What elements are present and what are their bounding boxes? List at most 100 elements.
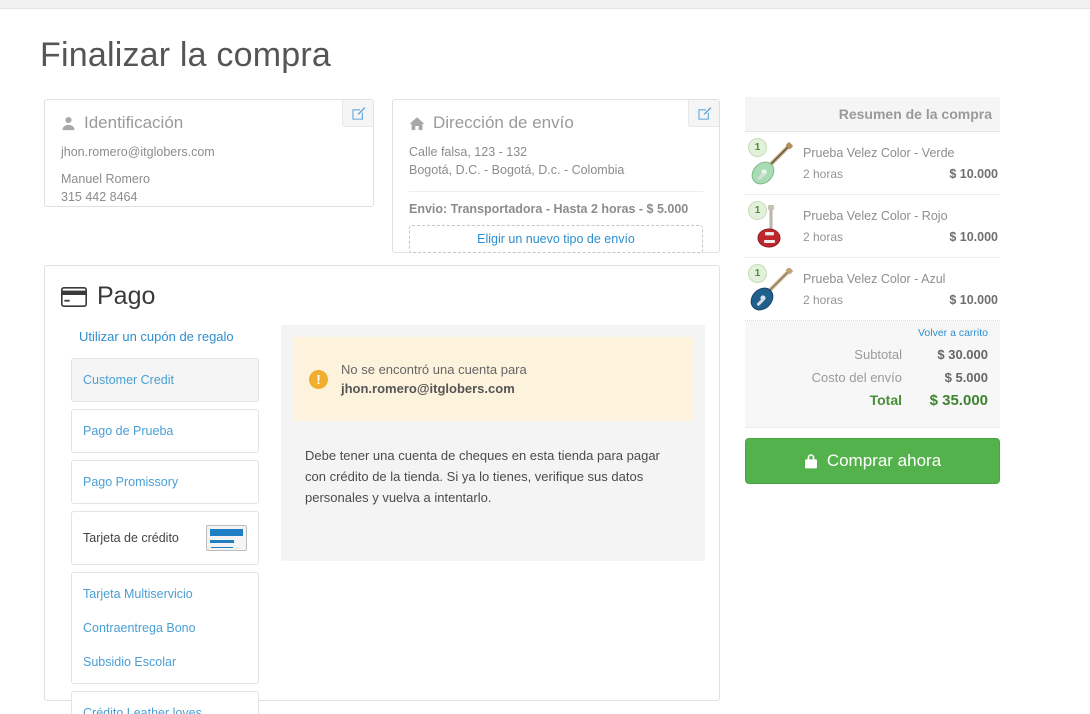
shipping-cost-row: Costo del envío $ 5.000	[757, 369, 988, 386]
payment-method-label: Pago Promissory	[83, 475, 179, 489]
identification-email: jhon.romero@itglobers.com	[61, 145, 215, 159]
shipping-method-text: Envio: Transportadora - Hasta 2 horas - …	[409, 202, 689, 216]
buy-now-button[interactable]: Comprar ahora	[745, 438, 1000, 484]
product-thumbnail: 1	[745, 138, 799, 186]
summary-item: 1 Prueba Velez Color - Rojo 2 horas $ 10…	[745, 195, 1000, 258]
gift-coupon-link[interactable]: Utilizar un cupón de regalo	[71, 325, 259, 358]
summary-item-info: Prueba Velez Color - Rojo 2 horas $ 10.0…	[799, 208, 998, 244]
edit-pencil-icon	[351, 106, 365, 120]
subtotal-label: Subtotal	[854, 347, 902, 362]
user-icon	[62, 116, 75, 130]
home-icon	[409, 116, 425, 130]
identification-edit-button[interactable]	[342, 100, 373, 127]
summary-item-sub: 2 horas $ 10.000	[803, 230, 998, 244]
product-thumbnail: 1	[745, 201, 799, 249]
identification-name: Manuel Romero	[61, 172, 150, 186]
page-title: Finalizar la compra	[40, 36, 332, 74]
payment-method-label: Customer Credit	[83, 373, 174, 387]
shipping-cost-label: Costo del envío	[811, 370, 902, 385]
summary-item-duration: 2 horas	[803, 167, 844, 181]
payment-instruction-note: Debe tener una cuenta de cheques en esta…	[305, 448, 660, 505]
payment-heading-row: Pago	[45, 266, 719, 311]
edit-pencil-icon	[697, 106, 711, 120]
summary-item-name: Prueba Velez Color - Rojo	[803, 209, 948, 223]
shipping-address-line1: Calle falsa, 123 - 132	[409, 145, 528, 159]
top-bar	[0, 0, 1090, 9]
payment-method-list: Utilizar un cupón de regalo Customer Cre…	[59, 325, 259, 714]
payment-group-pago-prueba: Pago de Prueba	[71, 409, 259, 453]
shipping-divider	[409, 191, 703, 192]
payment-method-subsidio-escolar[interactable]: Subsidio Escolar	[72, 645, 258, 683]
identification-heading-row: Identificación	[61, 113, 357, 133]
shipping-cost-value: $ 5.000	[944, 370, 988, 385]
identification-card: Identificación jhon.romero@itglobers.com…	[44, 99, 374, 207]
quantity-badge: 1	[748, 138, 767, 157]
credit-card-icon	[206, 525, 247, 551]
shipping-edit-button[interactable]	[688, 100, 719, 127]
summary-totals: Volver a carrito Subtotal $ 30.000 Costo…	[745, 321, 1000, 428]
order-summary: Resumen de la compra 1 Prueba Velez Colo…	[745, 97, 1000, 484]
payment-method-label: Tarjeta de crédito	[83, 531, 179, 545]
payment-group-tarjeta-credito: Tarjeta de crédito	[71, 511, 259, 565]
change-shipping-method-button[interactable]: Eligir un nuevo tipo de envío	[409, 225, 703, 253]
summary-heading: Resumen de la compra	[745, 97, 1000, 132]
shipping-address-card: Dirección de envío Calle falsa, 123 - 13…	[392, 99, 720, 253]
credit-card-icon	[61, 286, 87, 307]
payment-method-credito-leather-loves[interactable]: Crédito Leather loves	[72, 692, 258, 714]
summary-item-duration: 2 horas	[803, 293, 844, 307]
alert-line-1: No se encontró una cuenta para	[341, 362, 527, 377]
summary-item-price: $ 10.000	[949, 230, 998, 244]
summary-item-sub: 2 horas $ 10.000	[803, 167, 998, 181]
no-account-alert: ! No se encontró una cuenta para jhon.ro…	[293, 337, 693, 421]
payment-method-contraentrega-bono[interactable]: Contraentrega Bono	[72, 611, 258, 645]
subtotal-row: Subtotal $ 30.000	[757, 346, 988, 363]
payment-columns: Utilizar un cupón de regalo Customer Cre…	[45, 311, 719, 714]
shipping-heading: Dirección de envío	[433, 113, 574, 132]
payment-group-pago-promissory: Pago Promissory	[71, 460, 259, 504]
summary-item-name: Prueba Velez Color - Verde	[803, 146, 955, 160]
lock-icon	[804, 454, 817, 469]
payment-method-tarjeta-multiservicio[interactable]: Tarjeta Multiservicio	[72, 573, 258, 611]
summary-item-price: $ 10.000	[949, 293, 998, 307]
product-thumbnail: 1	[745, 264, 799, 312]
shipping-address-line2: Bogotá, D.C. - Bogotá, D.c. - Colombia	[409, 163, 625, 177]
quantity-badge: 1	[748, 201, 767, 220]
payment-group-credito-leather: Crédito Leather loves	[71, 691, 259, 714]
warning-exclamation-icon: !	[309, 369, 328, 389]
no-account-alert-text: No se encontró una cuenta para jhon.rome…	[341, 360, 527, 398]
summary-item-name: Prueba Velez Color - Azul	[803, 272, 946, 286]
total-label: Total	[869, 392, 902, 408]
total-value: $ 35.000	[929, 392, 988, 409]
identification-phone: 315 442 8464	[61, 190, 138, 204]
payment-method-label: Crédito Leather loves	[83, 706, 202, 714]
payment-method-customer-credit[interactable]: Customer Credit	[72, 359, 258, 401]
quantity-badge: 1	[748, 264, 767, 283]
payment-detail-inner: ! No se encontró una cuenta para jhon.ro…	[281, 325, 705, 561]
back-to-cart-link[interactable]: Volver a carrito	[757, 327, 988, 339]
payment-method-pago-de-prueba[interactable]: Pago de Prueba	[72, 410, 258, 452]
summary-item: 1 Prueba Velez Color - Verde 2 horas $ 1…	[745, 132, 1000, 195]
buy-now-label: Comprar ahora	[826, 451, 942, 470]
payment-method-tarjeta-de-credito[interactable]: Tarjeta de crédito	[72, 512, 258, 564]
payment-method-label: Contraentrega Bono	[83, 621, 196, 635]
subtotal-value: $ 30.000	[937, 347, 988, 362]
payment-panel: Pago Utilizar un cupón de regalo Custome…	[44, 265, 720, 714]
payment-method-pago-promissory[interactable]: Pago Promissory	[72, 461, 258, 503]
payment-group-otros: Tarjeta Multiservicio Contraentrega Bono…	[71, 572, 259, 684]
alert-line-2: jhon.romero@itglobers.com	[341, 381, 515, 396]
payment-method-label: Tarjeta Multiservicio	[83, 587, 193, 601]
summary-item-info: Prueba Velez Color - Azul 2 horas $ 10.0…	[799, 271, 998, 307]
summary-item-price: $ 10.000	[949, 167, 998, 181]
payment-group-customer-credit: Customer Credit	[71, 358, 259, 402]
identification-heading: Identificación	[84, 113, 184, 132]
summary-item-info: Prueba Velez Color - Verde 2 horas $ 10.…	[799, 145, 998, 181]
summary-item-sub: 2 horas $ 10.000	[803, 293, 998, 307]
summary-item: 1 Prueba Velez Color - Azul 2 horas $ 10…	[745, 258, 1000, 321]
payment-heading: Pago	[97, 282, 156, 310]
payment-method-label: Pago de Prueba	[83, 424, 174, 438]
payment-method-label: Subsidio Escolar	[83, 655, 177, 669]
shipping-heading-row: Dirección de envío	[409, 113, 703, 133]
total-row: Total $ 35.000	[757, 392, 988, 409]
summary-item-duration: 2 horas	[803, 230, 844, 244]
payment-detail-area: ! No se encontró una cuenta para jhon.ro…	[259, 325, 705, 714]
